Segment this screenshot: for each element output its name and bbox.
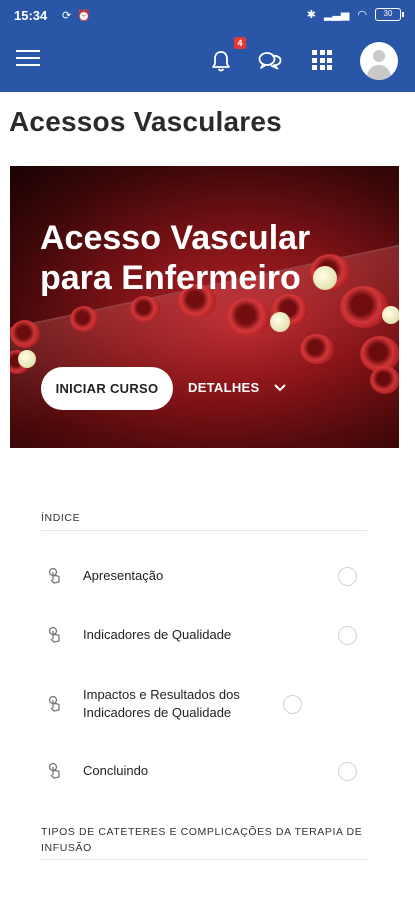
completion-radio [338,566,357,586]
wifi-icon: ◠ [357,9,367,21]
details-label: DETALHES [188,380,260,395]
touch-icon [48,695,60,712]
index-item[interactable]: Apresentação [45,566,367,586]
bell-icon[interactable] [208,48,234,74]
details-button[interactable]: DETALHES [188,380,286,395]
sync-icon: ⟳ [62,10,72,22]
alarm-icon: ⏰ [77,10,91,22]
index-item-label: Concluindo [83,763,149,778]
signal-icon: ▂▃▅ [324,9,350,21]
index-item[interactable]: Impactos e Resultados dos Indicadores de… [45,686,367,722]
chevron-down-icon [273,383,286,391]
avatar[interactable] [360,42,398,80]
index-item[interactable]: Indicadores de Qualidade [45,625,367,645]
completion-radio [338,625,357,645]
index-item[interactable]: Concluindo [45,761,367,781]
divider [41,859,367,860]
index-item-label: Apresentação [83,568,164,583]
course-title: Acesso Vascular para Enfermeiro [40,219,311,297]
course-hero-banner: Acesso Vascular para Enfermeiro INICIAR … [10,166,399,448]
index-item-label: Indicadores de Qualidade [83,627,232,642]
page-title: Acessos Vasculares [9,106,282,137]
app-bar: 4 [0,30,415,92]
index-heading: ÍNDICE [41,512,81,524]
touch-icon [48,567,60,584]
index-item-label: Impactos e Resultados dos Indicadores de… [83,687,240,720]
status-bar: 15:34 ⟳ ⏰ ✱ ▂▃▅ ◠ 30 [0,0,415,30]
start-course-button[interactable]: INICIAR CURSO [41,367,173,410]
chat-icon[interactable] [256,47,284,75]
completion-radio [338,761,357,781]
divider [41,530,367,531]
menu-icon[interactable] [16,50,40,72]
notification-badge: 4 [234,37,246,49]
battery-icon: 30 [375,8,404,21]
touch-icon [48,626,60,643]
section-heading[interactable]: TIPOS DE CATETERES E COMPLICAÇÕES DA TER… [41,824,367,856]
completion-radio [283,694,302,714]
status-time: 15:34 [14,8,48,23]
apps-grid-icon[interactable] [312,50,332,70]
touch-icon [48,762,60,779]
bluetooth-icon: ✱ [306,9,316,21]
